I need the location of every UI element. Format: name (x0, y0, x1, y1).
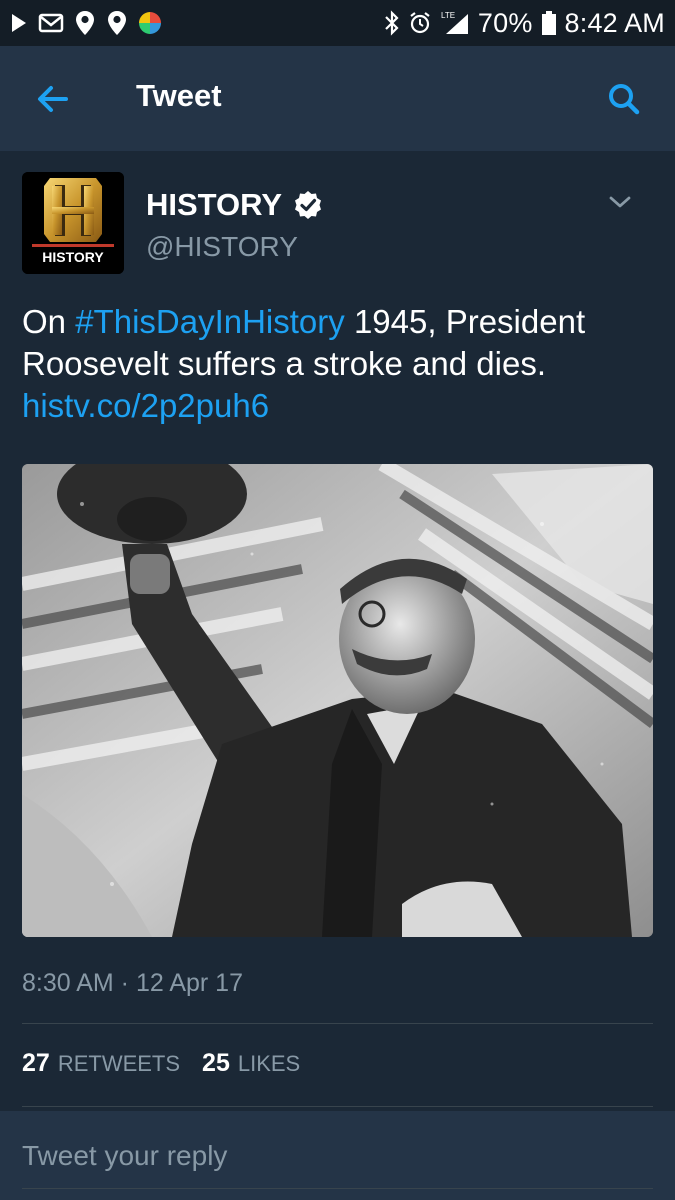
network-label: LTE (441, 11, 455, 20)
arrow-left-icon (38, 86, 68, 112)
alarm-icon (408, 11, 432, 35)
signal-icon: LTE (440, 10, 470, 36)
status-bar-left (10, 6, 162, 40)
battery-icon (541, 10, 557, 36)
tweet-options-button[interactable] (605, 187, 635, 217)
tweet-text-prefix: On (22, 303, 76, 340)
battery-percent: 70% (477, 7, 533, 38)
retweets-label: RETWEETS (57, 1051, 181, 1076)
retweets-count: 27 (22, 1049, 50, 1077)
reply-underline (22, 1188, 653, 1189)
tweet-photo[interactable] (22, 464, 653, 937)
screen: LTE 70% 8:42 AM Tweet HISTORY HISTORY @H… (0, 0, 675, 1200)
likes-count: 25 (202, 1049, 230, 1077)
play-icon (10, 12, 28, 34)
bluetooth-icon (384, 10, 400, 36)
gmail-icon (38, 12, 64, 34)
likes-label: LIKES (237, 1051, 301, 1076)
photo-roosevelt-image (22, 464, 653, 937)
location-pin-icon (74, 9, 96, 37)
app-icon (138, 11, 162, 35)
reply-input[interactable] (22, 1121, 653, 1191)
hashtag-link[interactable]: #ThisDayInHistory (75, 303, 345, 340)
chevron-down-icon (609, 196, 631, 208)
status-bar-right: LTE 70% 8:42 AM (384, 6, 665, 40)
tweet-url-link[interactable]: histv.co/2p2puh6 (22, 387, 269, 424)
app-header: Tweet (0, 46, 675, 151)
author-display-name[interactable]: HISTORY (146, 187, 282, 223)
likes-stat[interactable]: 25 LIKES (202, 1049, 300, 1078)
author-handle[interactable]: @HISTORY (146, 231, 298, 263)
status-bar: LTE 70% 8:42 AM (0, 0, 675, 46)
divider (22, 1023, 653, 1024)
retweets-stat[interactable]: 27 RETWEETS (22, 1049, 180, 1078)
divider (22, 1106, 653, 1107)
back-button[interactable] (30, 76, 76, 122)
avatar-label: HISTORY (42, 249, 104, 265)
tweet-timestamp: 8:30 AM · 12 Apr 17 (22, 969, 243, 997)
tweet-text: On #ThisDayInHistory 1945, President Roo… (22, 301, 662, 427)
tweet-detail: HISTORY HISTORY @HISTORY On #ThisDayInHi… (0, 151, 675, 1111)
page-title: Tweet (136, 78, 222, 113)
history-logo-icon: HISTORY (22, 172, 124, 274)
tweet-stats: 27 RETWEETS 25 LIKES (22, 1049, 322, 1085)
location-pin-icon (106, 9, 128, 37)
status-time: 8:42 AM (564, 7, 665, 38)
search-button[interactable] (601, 76, 647, 122)
verified-badge-icon (292, 189, 324, 221)
reply-bar (0, 1111, 675, 1200)
search-icon (609, 84, 640, 115)
avatar[interactable]: HISTORY (22, 172, 124, 274)
